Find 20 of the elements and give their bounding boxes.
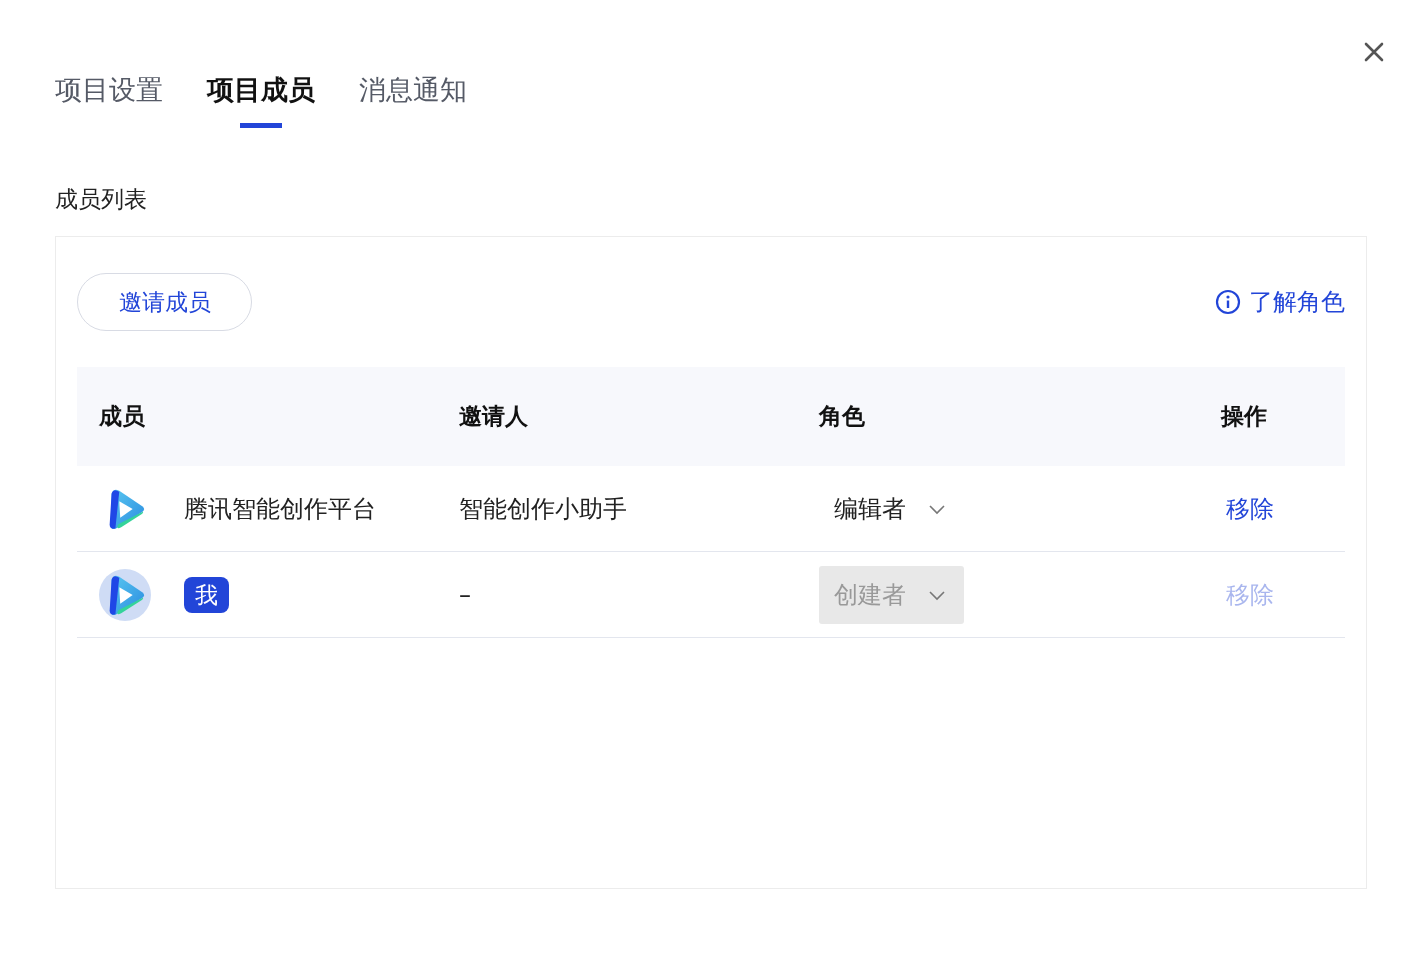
close-icon[interactable] <box>1364 42 1384 62</box>
tab[interactable]: 消息通知 <box>359 66 467 128</box>
invite-button[interactable]: 邀请成员 <box>77 273 252 331</box>
column-header: 角色 <box>819 402 865 431</box>
inviter-name: – <box>459 580 471 609</box>
member-name: 腾讯智能创作平台 <box>184 493 376 525</box>
info-icon <box>1215 289 1241 315</box>
inviter-name: 智能创作小助手 <box>459 493 627 525</box>
me-badge: 我 <box>184 576 229 613</box>
chevron-down-icon <box>928 588 946 601</box>
column-header: 成员 <box>99 402 145 431</box>
avatar-icon <box>99 568 151 621</box>
role-dropdown[interactable]: 编辑者 <box>819 479 964 538</box>
column-header: 操作 <box>1221 402 1267 431</box>
tab[interactable]: 项目设置 <box>55 66 163 128</box>
section-title: 成员列表 <box>55 185 147 214</box>
remove-link[interactable]: 移除 <box>1226 492 1274 525</box>
column-header: 邀请人 <box>459 402 528 431</box>
roles-link[interactable]: 了解角色 <box>1215 286 1345 318</box>
chevron-down-icon <box>928 502 946 515</box>
